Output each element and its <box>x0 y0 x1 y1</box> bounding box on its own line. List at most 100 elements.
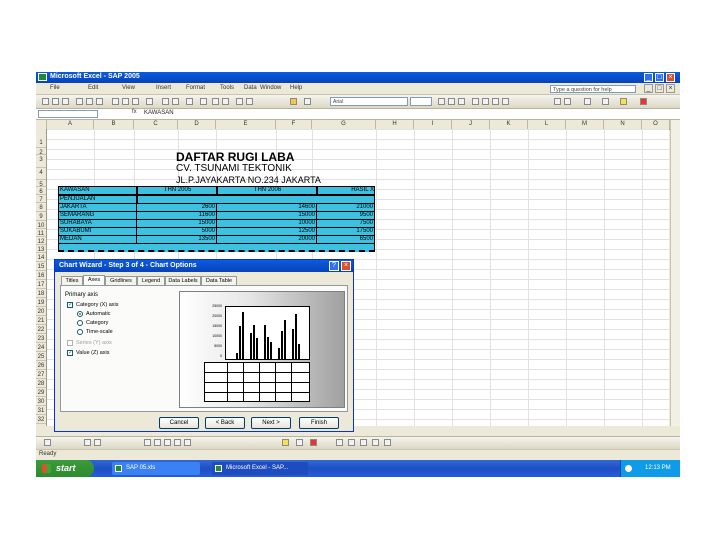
open-icon[interactable] <box>52 98 59 105</box>
table-cell-2006[interactable]: 20000 <box>217 236 317 244</box>
table-cell-name[interactable]: MEDAN <box>58 236 137 244</box>
table-cell-2006[interactable]: 10000 <box>217 220 317 228</box>
table-header-kawasan[interactable]: KAWASAN <box>58 186 137 195</box>
arrow-style-icon[interactable] <box>360 439 367 446</box>
row-number[interactable]: 1 <box>36 138 46 148</box>
row-number[interactable]: 3 <box>36 155 46 168</box>
paste-icon[interactable] <box>132 98 139 105</box>
row-number[interactable]: 7 <box>36 195 46 203</box>
row-number[interactable]: 2 <box>36 148 46 156</box>
row-number[interactable]: 11 <box>36 229 46 237</box>
tab-legend[interactable]: Legend <box>137 276 165 285</box>
align-center-icon[interactable] <box>482 98 489 105</box>
3d-icon[interactable] <box>384 439 391 446</box>
column-header-cell[interactable]: F <box>276 120 312 129</box>
row-number[interactable]: 18 <box>36 289 46 298</box>
textbox-icon[interactable] <box>184 439 191 446</box>
column-header-cell[interactable]: G <box>312 120 376 129</box>
doc-close-button[interactable]: × <box>666 84 675 93</box>
font-color-icon[interactable] <box>640 98 647 105</box>
row-number[interactable]: 8 <box>36 203 46 212</box>
category-label[interactable]: Category <box>86 320 108 326</box>
row-number[interactable]: 23 <box>36 334 46 343</box>
draw-menu-icon[interactable] <box>44 439 51 446</box>
column-header-cell[interactable]: A <box>47 120 94 129</box>
column-header-cell[interactable]: D <box>178 120 216 129</box>
new-icon[interactable] <box>42 98 49 105</box>
tab-data-table[interactable]: Data Table <box>201 276 237 285</box>
table-cell-name[interactable]: JAKARTA <box>58 204 137 212</box>
row-number[interactable]: 9 <box>36 212 46 221</box>
table-cell-2005[interactable]: 13500 <box>137 236 217 244</box>
row-number[interactable]: 20 <box>36 307 46 316</box>
line-icon[interactable] <box>144 439 151 446</box>
vertical-scrollbar[interactable] <box>670 120 680 436</box>
column-header-cell[interactable]: H <box>376 120 414 129</box>
row-number[interactable]: 22 <box>36 325 46 334</box>
table-cell-2005[interactable]: 15000 <box>137 220 217 228</box>
autosum-icon[interactable] <box>200 98 207 105</box>
menu-help[interactable]: Help <box>290 85 302 91</box>
table-cell-2006[interactable]: 14600 <box>217 204 317 212</box>
row-number[interactable]: 26 <box>36 361 46 370</box>
row-number[interactable]: 13 <box>36 245 46 253</box>
draw-fill-color-icon[interactable] <box>282 439 289 446</box>
table-cell-hasil[interactable]: 9500 <box>317 212 375 220</box>
column-header-cell[interactable]: O <box>642 120 670 129</box>
oval-icon[interactable] <box>174 439 181 446</box>
line-color-icon[interactable] <box>296 439 303 446</box>
tab-titles[interactable]: Titles <box>61 276 83 285</box>
menu-data[interactable]: Data <box>244 85 257 91</box>
table-cell-name[interactable]: SEMARANG <box>58 212 137 220</box>
column-header-cell[interactable]: K <box>490 120 528 129</box>
chart-wizard-active-icon[interactable] <box>290 98 297 105</box>
row-number[interactable]: 15 <box>36 262 46 271</box>
shadow-icon[interactable] <box>372 439 379 446</box>
borders-icon[interactable] <box>602 98 609 105</box>
dialog-close-button[interactable]: × <box>341 261 351 271</box>
menu-format[interactable]: Format <box>186 85 205 91</box>
format-painter-icon[interactable] <box>146 98 153 105</box>
row-number[interactable]: 31 <box>36 406 46 415</box>
automatic-radio[interactable] <box>77 311 83 317</box>
row-number[interactable]: 10 <box>36 221 46 229</box>
drawing-icon[interactable] <box>246 98 253 105</box>
table-subheader-blank[interactable] <box>137 195 375 204</box>
font-size-box[interactable] <box>410 97 432 106</box>
rectangle-icon[interactable] <box>164 439 171 446</box>
menu-tools[interactable]: Tools <box>220 85 234 91</box>
value-z-label[interactable]: Value (Z) axis <box>76 350 110 356</box>
table-cell-name[interactable]: SURABAYA <box>58 220 137 228</box>
table-header-2005[interactable]: THN 2005 <box>137 186 217 195</box>
font-name-box[interactable]: Arial <box>330 97 408 106</box>
column-header-cell[interactable]: B <box>94 120 134 129</box>
maximize-button[interactable]: □ <box>655 73 664 82</box>
start-button[interactable]: start <box>36 460 94 477</box>
column-header-cell[interactable]: N <box>604 120 642 129</box>
row-number[interactable]: 12 <box>36 237 46 245</box>
column-header-cell[interactable]: I <box>414 120 452 129</box>
table-cell-2006[interactable]: 12500 <box>217 228 317 236</box>
menu-edit[interactable]: Edit <box>88 85 98 91</box>
table-cell-hasil[interactable]: 17500 <box>317 228 375 236</box>
percent-icon[interactable] <box>564 98 571 105</box>
row-number[interactable]: 29 <box>36 388 46 397</box>
table-cell-2005[interactable]: 2600 <box>137 204 217 212</box>
preview-icon[interactable] <box>86 98 93 105</box>
finish-button[interactable]: Finish <box>299 417 339 429</box>
category-x-label[interactable]: Category (X) axis <box>76 302 119 308</box>
help-icon[interactable] <box>304 98 311 105</box>
row-number[interactable]: 24 <box>36 343 46 352</box>
cut-icon[interactable] <box>112 98 119 105</box>
tray-icon[interactable] <box>625 465 632 472</box>
select-all-corner[interactable] <box>36 120 47 129</box>
dash-style-icon[interactable] <box>348 439 355 446</box>
series-y-label[interactable]: Series (Y) axis <box>76 340 112 346</box>
table-header-2006[interactable]: THN 2006 <box>217 186 317 195</box>
help-search-box[interactable]: Type a question for help <box>550 85 636 93</box>
name-box[interactable] <box>38 110 98 118</box>
chart-wizard-icon[interactable] <box>236 98 243 105</box>
time-scale-label[interactable]: Time-scale <box>86 329 113 335</box>
tab-data-labels[interactable]: Data Labels <box>165 276 201 285</box>
row-number[interactable]: 6 <box>36 187 46 195</box>
